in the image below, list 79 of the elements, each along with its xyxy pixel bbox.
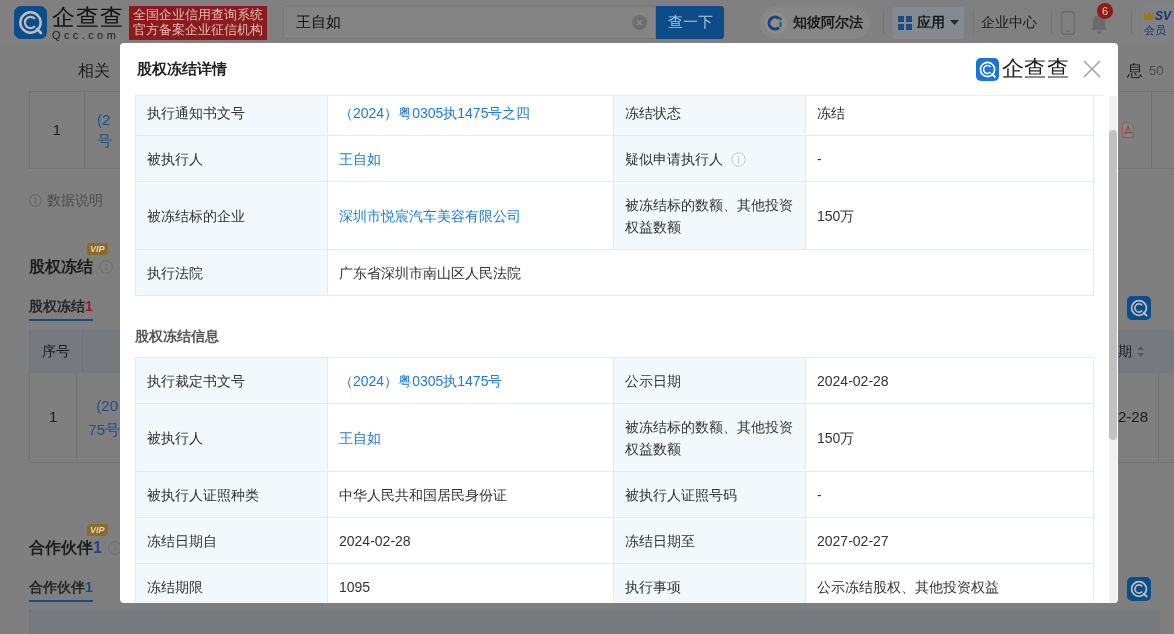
value-link[interactable]: 深圳市悦宸汽车美容有限公司 (339, 208, 521, 224)
row-index: 1 (52, 119, 62, 140)
value-link[interactable]: 王自如 (339, 430, 381, 446)
info-icon (731, 151, 746, 167)
search-field[interactable]: 王自如 (283, 6, 656, 39)
logo-icon (1127, 296, 1151, 320)
column-header: 序号 (42, 342, 70, 361)
field-label: 疑似申请执行人 (625, 150, 723, 169)
slogan-text: 官方备案企业征信机构 (133, 22, 263, 38)
crown-icon (1144, 11, 1154, 20)
section-title: 股权冻结 (29, 257, 93, 277)
field-value: 2024-02-28 (817, 373, 889, 389)
notification-badge: 6 (1097, 2, 1113, 19)
field-value: 中华人民共和国居民身份证 (339, 487, 507, 503)
section-title: 合作伙伴1 (29, 538, 102, 558)
tab-label[interactable]: 相关 (78, 59, 110, 83)
logo-icon (1127, 577, 1151, 601)
field-value: 150万 (817, 208, 855, 224)
row-index: 1 (49, 407, 58, 428)
ci-logo-icon (765, 11, 787, 34)
grid-icon (898, 15, 912, 30)
field-label: 冻结期限 (147, 578, 203, 597)
table-cell-text: 2-28 (1118, 407, 1149, 428)
field-value: 公示冻结股权、其他投资权益 (817, 579, 999, 595)
member-service-label: 会员 (1144, 22, 1167, 37)
field-value: - (817, 151, 822, 167)
tab-label[interactable]: 息 (1127, 59, 1143, 83)
site-domain: Qcc.com (52, 28, 120, 41)
field-value: 广东省深圳市南山区人民法院 (339, 265, 521, 281)
section-heading: 股权冻结信息 (135, 327, 220, 346)
logo-icon (975, 57, 999, 81)
section-tab[interactable]: 股权冻结1 (29, 295, 93, 321)
field-value: 2024-02-28 (339, 533, 411, 549)
field-value: 1095 (339, 579, 371, 595)
slogan-text: 全国企业信用查询系统 (133, 7, 263, 23)
field-label: 执行事项 (625, 578, 681, 597)
pdf-icon[interactable] (1122, 122, 1134, 138)
value-link[interactable]: （2024）粤0305执1475号之四 (339, 105, 531, 121)
field-value: 2027-02-27 (817, 533, 889, 549)
field-label: 执行裁定书文号 (147, 372, 245, 391)
close-icon[interactable] (1083, 60, 1101, 78)
info-icon (107, 541, 122, 555)
search-button[interactable]: 查一下 (656, 6, 724, 39)
column-header: 期 (1118, 342, 1132, 361)
apps-menu-button[interactable]: 应用 (893, 6, 964, 39)
bell-icon[interactable] (1089, 13, 1109, 34)
field-label: 被执行人证照号码 (625, 486, 737, 505)
field-label: 执行法院 (147, 264, 203, 283)
field-label: 被执行人 (147, 150, 203, 169)
site-name: 企查查 (52, 4, 124, 29)
scrollbar-thumb[interactable] (1109, 130, 1117, 440)
field-label: 被执行人 (147, 429, 203, 448)
field-label: 冻结日期自 (147, 532, 217, 551)
field-label: 被执行人证照种类 (147, 486, 259, 505)
info-icon (29, 193, 42, 207)
field-value: 150万 (817, 430, 855, 446)
sort-icon[interactable] (1137, 346, 1144, 357)
vip-badge: VIP (87, 243, 108, 255)
logo-text: 企查查 (1001, 56, 1069, 82)
field-label: 被冻结标的数额、其他投资权益数额 (625, 418, 794, 459)
caret-icon (950, 20, 959, 25)
alpha-app-button[interactable]: 知彼阿尔法 (760, 6, 870, 39)
logo-icon (14, 6, 47, 39)
field-label: 公示日期 (625, 372, 681, 391)
field-label: 冻结日期至 (625, 532, 695, 551)
value-link[interactable]: （2024）粤0305执1475号 (339, 373, 503, 389)
dialog-title: 股权冻结详情 (137, 58, 227, 79)
clear-icon[interactable] (632, 15, 647, 30)
vip-label: SV (1155, 8, 1171, 23)
field-value: - (817, 487, 822, 503)
vip-badge: VIP (87, 524, 108, 536)
enterprise-center-link[interactable]: 企业中心 (981, 12, 1037, 33)
field-label: 执行通知书文号 (147, 104, 245, 123)
field-label: 被冻结标的企业 (147, 207, 245, 226)
field-label: 冻结状态 (625, 104, 681, 123)
field-label: 被冻结标的数额、其他投资权益数额 (625, 196, 794, 237)
value-link[interactable]: 王自如 (339, 151, 381, 167)
field-value: 冻结 (817, 105, 845, 121)
section-tab[interactable]: 合作伙伴1 (29, 576, 93, 602)
